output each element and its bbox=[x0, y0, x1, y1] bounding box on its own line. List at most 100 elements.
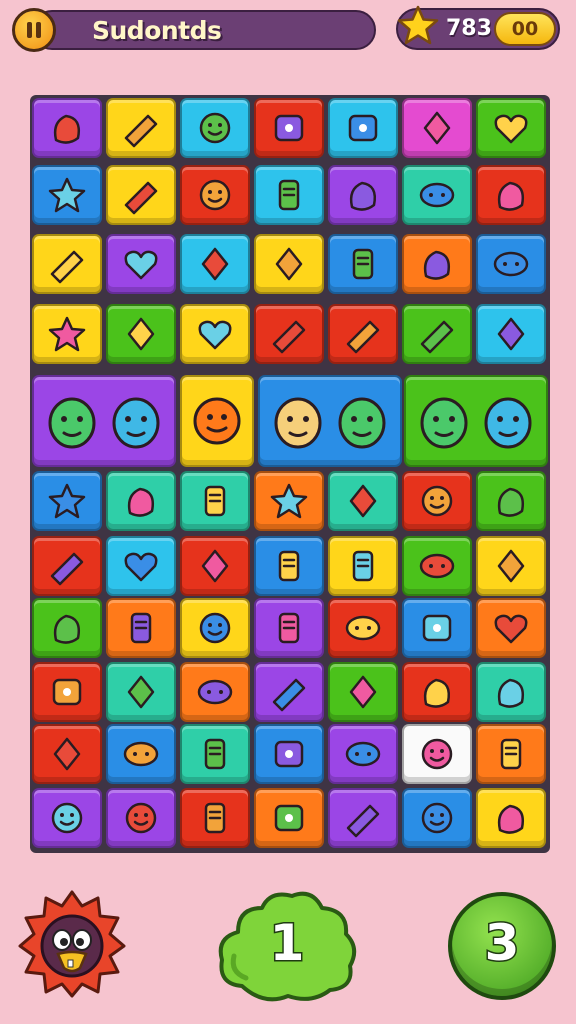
board-tile[interactable] bbox=[328, 165, 398, 225]
board-tile[interactable] bbox=[106, 234, 176, 294]
board-tile[interactable] bbox=[476, 98, 546, 158]
board-tile[interactable] bbox=[328, 662, 398, 722]
board-tile[interactable] bbox=[180, 536, 250, 596]
board-tile[interactable] bbox=[106, 788, 176, 848]
board-tile[interactable] bbox=[32, 234, 102, 294]
board-tile[interactable] bbox=[476, 234, 546, 294]
cheese-icon bbox=[204, 738, 226, 770]
board-tile[interactable] bbox=[402, 304, 472, 364]
fries-icon bbox=[349, 181, 376, 211]
ring-icon bbox=[349, 484, 377, 518]
board-tile[interactable] bbox=[180, 471, 250, 531]
board-tile[interactable] bbox=[32, 662, 102, 722]
board-tile[interactable] bbox=[328, 536, 398, 596]
board-tile[interactable] bbox=[180, 724, 250, 784]
board-tile[interactable] bbox=[32, 598, 102, 658]
candy-bar-icon bbox=[197, 679, 233, 705]
board-tile[interactable] bbox=[402, 598, 472, 658]
board-tile[interactable] bbox=[476, 536, 546, 596]
gem-icon bbox=[419, 182, 455, 208]
board-tile[interactable] bbox=[328, 788, 398, 848]
board-tile[interactable] bbox=[402, 98, 472, 158]
board-tile[interactable] bbox=[180, 165, 250, 225]
level-one-button[interactable]: 1 bbox=[212, 886, 362, 1008]
board-tile[interactable] bbox=[328, 304, 398, 364]
board-tile[interactable] bbox=[254, 471, 324, 531]
coin-counter-button[interactable]: 00 bbox=[494, 12, 556, 46]
board-tile[interactable] bbox=[32, 724, 102, 784]
carrot-slice-icon bbox=[204, 485, 226, 517]
slime-face-icon bbox=[199, 112, 231, 144]
cheese-slice-icon bbox=[278, 550, 300, 582]
board-tile-large[interactable] bbox=[180, 375, 254, 467]
board-tile[interactable] bbox=[180, 662, 250, 722]
board-tile-large[interactable] bbox=[32, 375, 176, 467]
purple-heart-icon bbox=[124, 552, 158, 582]
board-tile[interactable] bbox=[180, 304, 250, 364]
board-tile[interactable] bbox=[254, 98, 324, 158]
board-tile[interactable] bbox=[254, 536, 324, 596]
board-tile[interactable] bbox=[402, 662, 472, 722]
board-tile[interactable] bbox=[180, 98, 250, 158]
board-tile[interactable] bbox=[402, 724, 472, 784]
board-tile[interactable] bbox=[476, 598, 546, 658]
board-tile[interactable] bbox=[106, 598, 176, 658]
board-tile[interactable] bbox=[106, 662, 176, 722]
board-tile[interactable] bbox=[476, 788, 546, 848]
board-tile[interactable] bbox=[254, 788, 324, 848]
board-tile-large[interactable] bbox=[404, 375, 548, 467]
board-tile[interactable] bbox=[402, 234, 472, 294]
board-tile[interactable] bbox=[402, 536, 472, 596]
smile-face-icon bbox=[125, 802, 157, 834]
board-tile[interactable] bbox=[32, 304, 102, 364]
board-tile[interactable] bbox=[32, 98, 102, 158]
board-tile[interactable] bbox=[254, 598, 324, 658]
mouth-face-icon bbox=[51, 802, 83, 834]
board-tile[interactable] bbox=[106, 304, 176, 364]
title-bar: Sudontds bbox=[10, 6, 376, 52]
board-tile[interactable] bbox=[106, 165, 176, 225]
red-face-icon bbox=[421, 802, 453, 834]
board-tile[interactable] bbox=[106, 536, 176, 596]
orange-face-icon bbox=[193, 397, 241, 445]
board-tile[interactable] bbox=[402, 165, 472, 225]
board-tile[interactable] bbox=[32, 471, 102, 531]
board-tile[interactable] bbox=[254, 165, 324, 225]
cloud-icon bbox=[53, 614, 80, 644]
board-tile[interactable] bbox=[106, 471, 176, 531]
board-tile[interactable] bbox=[180, 788, 250, 848]
board-tile[interactable] bbox=[476, 662, 546, 722]
board-tile-large[interactable] bbox=[258, 375, 402, 467]
pause-button[interactable] bbox=[12, 8, 56, 52]
board-tile[interactable] bbox=[328, 598, 398, 658]
board-tile[interactable] bbox=[106, 724, 176, 784]
board-tile[interactable] bbox=[476, 471, 546, 531]
bird-character-button[interactable] bbox=[18, 890, 126, 998]
board-tile[interactable] bbox=[180, 598, 250, 658]
board-tile[interactable] bbox=[402, 788, 472, 848]
board-tile[interactable] bbox=[254, 234, 324, 294]
board-tile[interactable] bbox=[254, 724, 324, 784]
board-tile[interactable] bbox=[476, 304, 546, 364]
board-tile[interactable] bbox=[328, 98, 398, 158]
board-tile[interactable] bbox=[254, 662, 324, 722]
bandage-icon bbox=[52, 678, 82, 706]
board-tile[interactable] bbox=[328, 724, 398, 784]
board-tile[interactable] bbox=[476, 724, 546, 784]
board-tile[interactable] bbox=[328, 471, 398, 531]
pencil-icon bbox=[278, 179, 300, 211]
board-tile[interactable] bbox=[328, 234, 398, 294]
board-tile[interactable] bbox=[180, 234, 250, 294]
level-three-button[interactable]: 3 bbox=[448, 892, 556, 1000]
cookie-jar-icon bbox=[423, 111, 451, 145]
board-tile[interactable] bbox=[476, 165, 546, 225]
cupcake-icon bbox=[274, 114, 304, 142]
score-value: 783 bbox=[446, 16, 492, 41]
board-tile[interactable] bbox=[32, 788, 102, 848]
board-tile[interactable] bbox=[32, 536, 102, 596]
board-tile[interactable] bbox=[402, 471, 472, 531]
board-tile[interactable] bbox=[254, 304, 324, 364]
board-tile[interactable] bbox=[106, 98, 176, 158]
green-cloud-icon bbox=[497, 487, 524, 517]
board-tile[interactable] bbox=[32, 165, 102, 225]
